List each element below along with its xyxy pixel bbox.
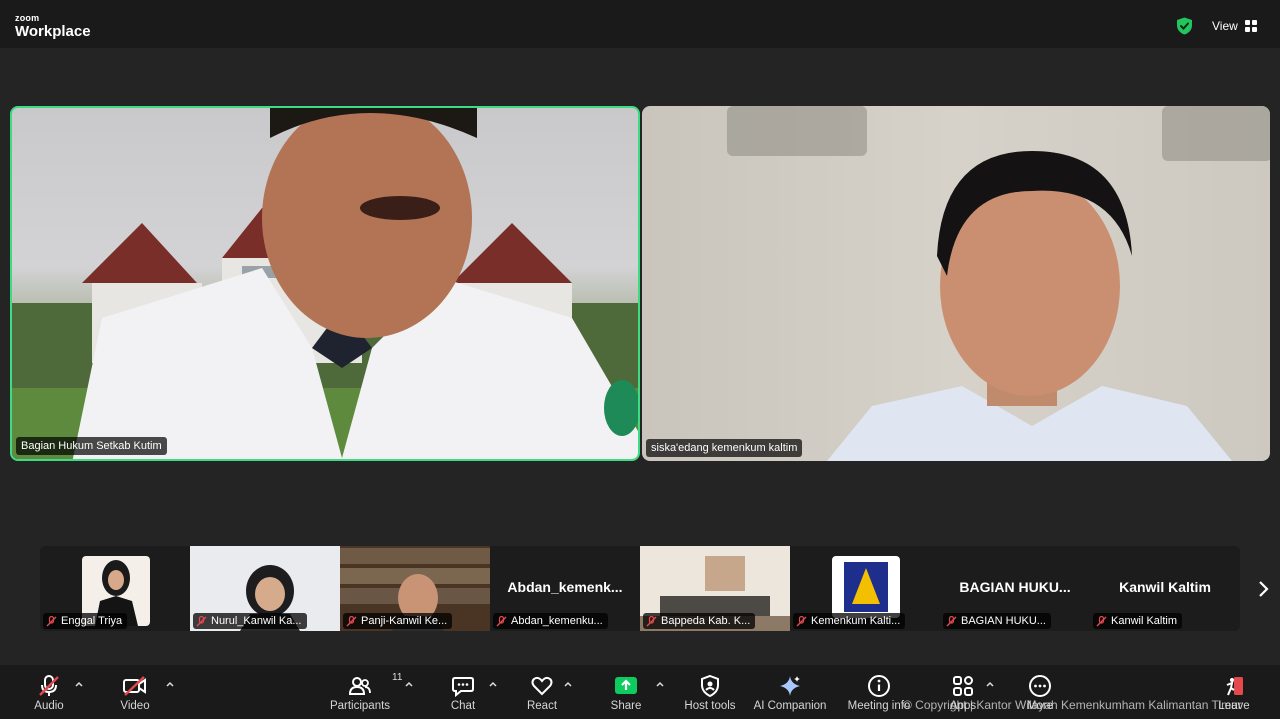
gallery-name: BAGIAN HUKU... <box>961 615 1046 627</box>
chevron-right-icon <box>1259 581 1269 597</box>
mic-muted-icon <box>946 615 957 626</box>
gallery-name: Enggal Triya <box>61 615 123 627</box>
brand-small: zoom <box>15 13 40 23</box>
view-label: View <box>1212 19 1238 33</box>
participant-name-tag: siska'edang kemenkum kaltim <box>646 439 803 457</box>
gallery-tile[interactable]: Panji-Kanwil Ke... <box>340 546 490 631</box>
video-button[interactable]: Video <box>113 665 157 719</box>
info-icon <box>868 675 890 697</box>
gallery-name: Panji-Kanwil Ke... <box>361 615 448 627</box>
grid-view-icon <box>1244 20 1257 32</box>
gallery-display-name: BAGIAN HUKU... <box>959 579 1071 595</box>
gallery-tile[interactable]: BAGIAN HUKU... BAGIAN HUKU... <box>940 546 1090 631</box>
gallery-name-tag: Panji-Kanwil Ke... <box>343 613 453 629</box>
participants-options-chevron-icon[interactable] <box>404 679 414 689</box>
gallery-name: Abdan_kemenku... <box>511 615 603 627</box>
video-tile-participant[interactable]: siska'edang kemenkum kaltim <box>642 106 1270 461</box>
gallery-name-tag: Kemenkum Kalti... <box>793 613 906 629</box>
share-button[interactable]: Share <box>607 665 645 719</box>
video-feed-1 <box>12 108 638 459</box>
copyright-watermark: © Copyright | Kantor Wilayah Kemenkumham… <box>903 698 1242 712</box>
share-screen-icon <box>615 677 637 694</box>
participants-label: Participants <box>329 700 391 712</box>
gallery-tile[interactable]: Nurul_Kanwil Ka... <box>190 546 340 631</box>
mic-muted-icon <box>196 615 207 626</box>
video-feed-2 <box>727 106 1270 461</box>
react-options-chevron-icon[interactable] <box>563 679 573 689</box>
ai-companion-button[interactable]: AI Companion <box>752 665 828 719</box>
gallery-name: Bappeda Kab. K... <box>661 615 751 627</box>
apps-icon <box>953 676 973 696</box>
shield-host-icon <box>701 674 719 698</box>
encryption-shield-icon[interactable] <box>1176 17 1193 35</box>
gallery-name: Kemenkum Kalti... <box>811 615 901 627</box>
gallery-name: Kanwil Kaltim <box>1111 615 1178 627</box>
participants-button[interactable]: 11 Participants <box>329 665 402 719</box>
share-options-chevron-icon[interactable] <box>655 679 665 689</box>
host-tools-label: Host tools <box>684 700 736 712</box>
mic-muted-icon <box>39 675 59 696</box>
react-button[interactable]: React <box>523 665 561 719</box>
gallery-display-name: Abdan_kemenk... <box>507 579 623 595</box>
react-label: React <box>526 700 558 712</box>
gallery-name-tag: Nurul_Kanwil Ka... <box>193 613 307 629</box>
gallery-name-tag: Enggal Triya <box>43 613 128 629</box>
audio-label: Audio <box>34 700 64 712</box>
chat-label: Chat <box>450 700 476 712</box>
gallery-tile[interactable]: Abdan_kemenk... Abdan_kemenku... <box>490 546 640 631</box>
mic-muted-icon <box>1096 615 1107 626</box>
share-label: Share <box>610 700 642 712</box>
gallery-name-tag: Kanwil Kaltim <box>1093 613 1183 629</box>
gallery-tile[interactable]: Bappeda Kab. K... <box>640 546 790 631</box>
brand-big: Workplace <box>15 23 91 40</box>
more-icon <box>1029 675 1051 697</box>
audio-button[interactable]: Audio <box>27 665 71 719</box>
view-button[interactable]: View <box>1204 14 1265 38</box>
mic-muted-icon <box>346 615 357 626</box>
gallery-strip: Enggal Triya Nurul_Kanwil Ka... Panji-Ka… <box>40 546 1240 631</box>
mic-muted-icon <box>646 615 657 626</box>
meeting-info-label: Meeting info <box>847 700 911 712</box>
chat-icon <box>452 677 474 698</box>
chat-options-chevron-icon[interactable] <box>488 679 498 689</box>
ai-companion-label: AI Companion <box>753 700 827 712</box>
speaker-name-tag: Bagian Hukum Setkab Kutim <box>16 437 167 455</box>
gallery-tile[interactable]: Kanwil Kaltim Kanwil Kaltim <box>1090 546 1240 631</box>
heart-icon <box>531 676 553 696</box>
top-bar: zoom Workplace View <box>0 0 1280 48</box>
gallery-tile[interactable]: Enggal Triya <box>40 546 190 631</box>
video-tile-speaker[interactable]: Bagian Hukum Setkab Kutim <box>10 106 640 461</box>
zoom-workplace-logo: zoom Workplace <box>15 13 91 40</box>
apps-options-chevron-icon[interactable] <box>985 679 995 689</box>
gallery-next-button[interactable] <box>1248 574 1278 604</box>
sparkle-icon <box>780 676 800 696</box>
video-label: Video <box>120 700 150 712</box>
audio-options-chevron-icon[interactable] <box>74 679 84 689</box>
mic-muted-icon <box>496 615 507 626</box>
camera-off-icon <box>123 676 146 696</box>
participants-icon <box>348 677 371 695</box>
gallery-tile[interactable]: Kemenkum Kalti... <box>790 546 940 631</box>
mic-muted-icon <box>796 615 807 626</box>
gallery-display-name: Kanwil Kaltim <box>1119 579 1211 595</box>
gallery-name-tag: Abdan_kemenku... <box>493 613 608 629</box>
leave-door-icon <box>1226 677 1243 696</box>
gallery-name-tag: BAGIAN HUKU... <box>943 613 1051 629</box>
participants-count: 11 <box>392 672 403 683</box>
gallery-name: Nurul_Kanwil Ka... <box>211 615 302 627</box>
video-options-chevron-icon[interactable] <box>165 679 175 689</box>
mic-muted-icon <box>46 615 57 626</box>
gallery-name-tag: Bappeda Kab. K... <box>643 613 756 629</box>
host-tools-button[interactable]: Host tools <box>682 665 738 719</box>
chat-button[interactable]: Chat <box>444 665 482 719</box>
